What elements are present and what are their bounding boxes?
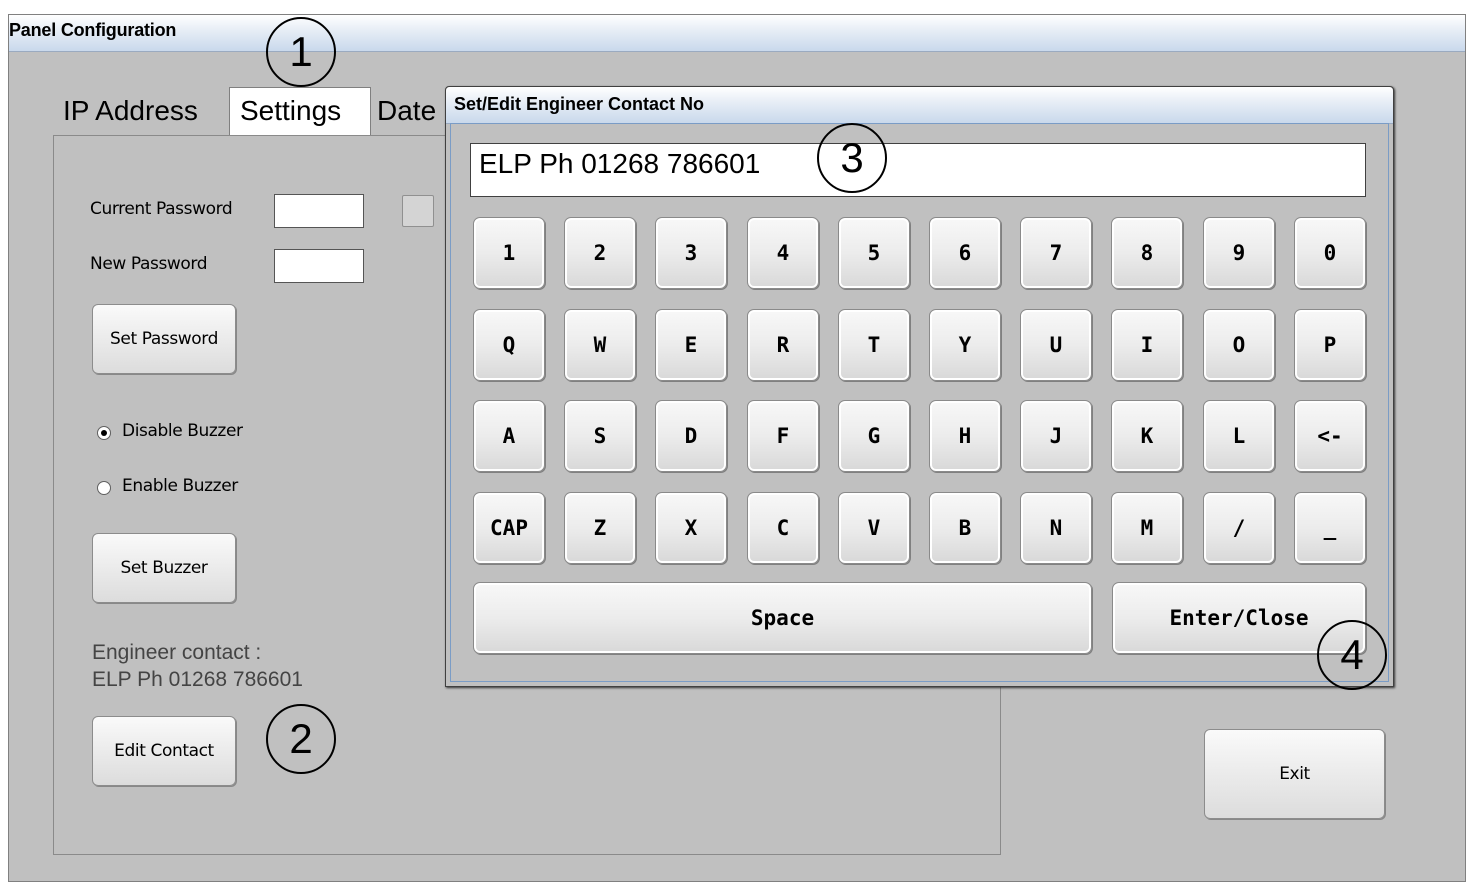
key-d[interactable]: D — [655, 400, 727, 472]
key-0[interactable]: 0 — [1294, 217, 1366, 289]
set-password-button[interactable]: Set Password — [92, 304, 236, 374]
engineer-contact-value: ELP Ph 01268 786601 — [92, 668, 303, 691]
main-window-title: Panel Configuration — [9, 20, 177, 40]
key-k[interactable]: K — [1111, 400, 1183, 472]
exit-button[interactable]: Exit — [1204, 729, 1385, 819]
set-buzzer-button[interactable]: Set Buzzer — [92, 533, 236, 603]
key-1[interactable]: 1 — [473, 217, 545, 289]
key-b[interactable]: B — [929, 492, 1001, 564]
edit-contact-button[interactable]: Edit Contact — [92, 716, 236, 786]
key-g[interactable]: G — [838, 400, 910, 472]
enable-buzzer-radio[interactable] — [97, 481, 111, 495]
enable-buzzer-label: Enable Buzzer — [122, 476, 238, 496]
key-3[interactable]: 3 — [655, 217, 727, 289]
set-edit-contact-dialog: Set/Edit Engineer Contact No ELP Ph 0126… — [445, 86, 1394, 687]
dialog-titlebar: Set/Edit Engineer Contact No — [446, 87, 1393, 124]
key-u[interactable]: U — [1020, 309, 1092, 381]
key-j[interactable]: J — [1020, 400, 1092, 472]
engineer-contact-heading: Engineer contact : — [92, 641, 262, 664]
key-6[interactable]: 6 — [929, 217, 1001, 289]
key-v[interactable]: V — [838, 492, 910, 564]
annotation-3: 3 — [817, 123, 887, 193]
key-y[interactable]: Y — [929, 309, 1001, 381]
tab-ip-address[interactable]: IP Address — [57, 90, 229, 132]
annotation-4: 4 — [1317, 620, 1387, 690]
key-o[interactable]: O — [1203, 309, 1275, 381]
key-a[interactable]: A — [473, 400, 545, 472]
dialog-title: Set/Edit Engineer Contact No — [454, 94, 705, 114]
current-password-field[interactable] — [274, 194, 364, 228]
disable-buzzer-radio[interactable] — [97, 426, 111, 440]
key-7[interactable]: 7 — [1020, 217, 1092, 289]
key-underscore[interactable]: _ — [1294, 492, 1366, 564]
new-password-field[interactable] — [274, 249, 364, 283]
key-l[interactable]: L — [1203, 400, 1275, 472]
key-cap[interactable]: CAP — [473, 492, 545, 564]
space-key[interactable]: Space — [473, 582, 1092, 654]
key-c[interactable]: C — [747, 492, 819, 564]
show-password-checkbox[interactable] — [402, 195, 434, 227]
key-4[interactable]: 4 — [747, 217, 819, 289]
key-z[interactable]: Z — [564, 492, 636, 564]
key-slash[interactable]: / — [1203, 492, 1275, 564]
tab-settings[interactable]: Settings — [229, 87, 371, 137]
key-5[interactable]: 5 — [838, 217, 910, 289]
key-f[interactable]: F — [747, 400, 819, 472]
key-2[interactable]: 2 — [564, 217, 636, 289]
key-m[interactable]: M — [1111, 492, 1183, 564]
key-e[interactable]: E — [655, 309, 727, 381]
key-n[interactable]: N — [1020, 492, 1092, 564]
key-s[interactable]: S — [564, 400, 636, 472]
new-password-label: New Password — [90, 254, 208, 274]
annotation-1: 1 — [266, 17, 336, 87]
key-backspace[interactable]: <- — [1294, 400, 1366, 472]
key-t[interactable]: T — [838, 309, 910, 381]
main-titlebar: Panel Configuration — [9, 15, 1465, 52]
disable-buzzer-label: Disable Buzzer — [122, 421, 243, 441]
current-password-label: Current Password — [90, 199, 233, 219]
key-9[interactable]: 9 — [1203, 217, 1275, 289]
key-w[interactable]: W — [564, 309, 636, 381]
key-i[interactable]: I — [1111, 309, 1183, 381]
contact-number-input[interactable]: ELP Ph 01268 786601 — [470, 143, 1366, 197]
key-8[interactable]: 8 — [1111, 217, 1183, 289]
key-x[interactable]: X — [655, 492, 727, 564]
annotation-2: 2 — [266, 704, 336, 774]
key-h[interactable]: H — [929, 400, 1001, 472]
key-r[interactable]: R — [747, 309, 819, 381]
tab-date[interactable]: Date — [371, 90, 451, 132]
key-q[interactable]: Q — [473, 309, 545, 381]
key-p[interactable]: P — [1294, 309, 1366, 381]
